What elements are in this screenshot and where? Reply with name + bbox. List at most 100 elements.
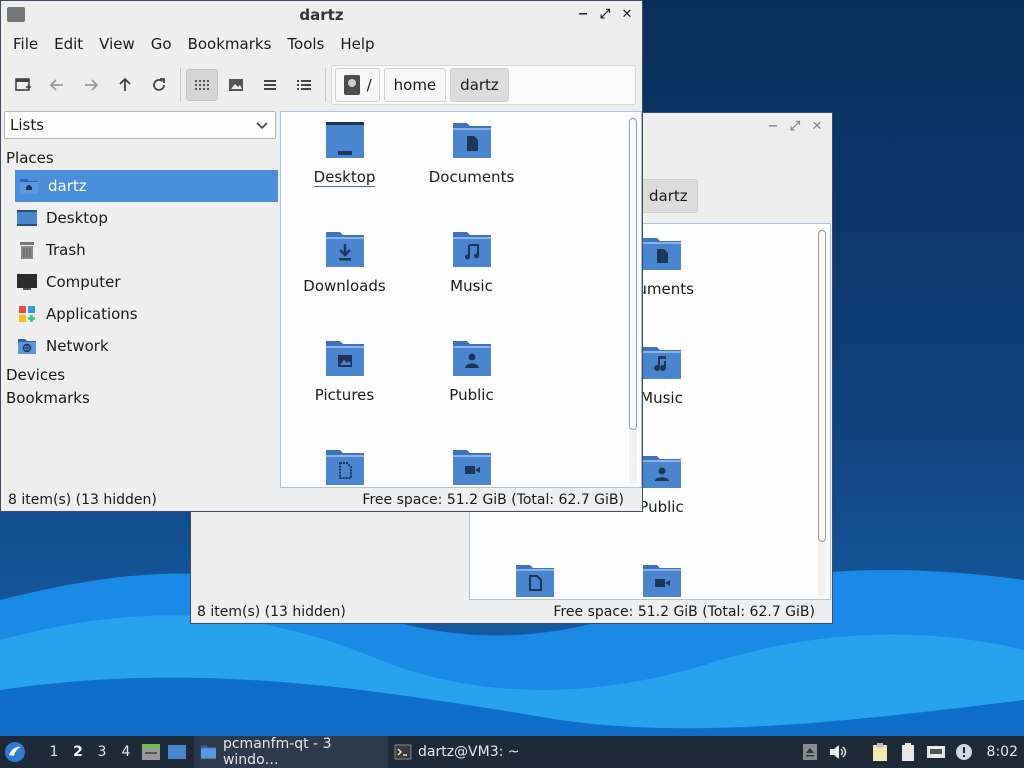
minimize-button[interactable]: −	[574, 5, 592, 23]
file-item-videos[interactable]	[408, 447, 535, 487]
network-wired-icon[interactable]	[925, 741, 947, 763]
task-pcmanfm[interactable]: pcmanfm-qt - 3 windo…	[194, 736, 388, 768]
drive-icon	[343, 75, 360, 95]
path-crumb-dartz[interactable]: dartz	[639, 179, 698, 213]
file-label: Music	[450, 277, 493, 295]
file-label: Public	[639, 498, 684, 516]
sidebar-item-network[interactable]: Network	[4, 330, 278, 362]
maximize-button[interactable]: ⤢	[786, 117, 804, 135]
path-crumb-dartz[interactable]: dartz	[450, 68, 509, 102]
computer-icon	[16, 271, 38, 293]
path-bar: / home dartz	[330, 65, 637, 105]
sidebar-item-label: Network	[46, 337, 109, 355]
menu-file[interactable]: File	[5, 35, 46, 53]
forward-button[interactable]	[75, 69, 107, 101]
file-item[interactable]	[471, 559, 598, 599]
workspace-3[interactable]: 3	[90, 744, 114, 760]
sidebar-item-label: Applications	[46, 305, 138, 323]
compact-view-button[interactable]	[254, 69, 286, 101]
toolbar-separator	[324, 68, 326, 102]
menu-help[interactable]: Help	[332, 35, 382, 53]
sidebar-section-bookmarks[interactable]: Bookmarks	[4, 387, 278, 410]
quicklaunch-show-desktop[interactable]	[164, 736, 190, 768]
music-folder-icon	[641, 341, 683, 381]
scrollbar[interactable]	[818, 228, 826, 596]
reload-icon	[152, 78, 165, 91]
file-item-public[interactable]: Public	[408, 338, 535, 404]
file-label: Public	[449, 386, 494, 404]
start-menu-button[interactable]	[0, 736, 30, 768]
public-folder-icon	[641, 450, 683, 490]
arrow-up-icon	[119, 77, 131, 91]
title-bar[interactable]: dartz − ⤢ ✕	[1, 1, 642, 29]
workspace-1[interactable]: 1	[42, 744, 66, 760]
file-item-pictures[interactable]: Pictures	[281, 338, 408, 404]
sidebar-section-devices[interactable]: Devices	[4, 364, 278, 387]
battery-icon[interactable]	[897, 741, 919, 763]
system-tray: 8:02	[799, 736, 1024, 768]
file-item-downloads[interactable]: Downloads	[281, 229, 408, 295]
scrollbar-thumb[interactable]	[629, 118, 637, 430]
menu-tools[interactable]: Tools	[279, 35, 332, 53]
sidebar-item-trash[interactable]: Trash	[4, 234, 278, 266]
clipboard-icon[interactable]	[869, 741, 891, 763]
sidebar-item-computer[interactable]: Computer	[4, 266, 278, 298]
file-item-documents[interactable]: Documents	[408, 120, 535, 186]
file-item[interactable]	[598, 559, 725, 599]
menu-bar: File Edit View Go Bookmarks Tools Help	[1, 29, 642, 59]
lxqt-logo-icon	[5, 742, 25, 762]
sidebar: Places dartz Desktop Trash Computer Appl…	[4, 147, 278, 410]
window-title: dartz	[299, 6, 344, 24]
file-item-desktop[interactable]: Desktop	[281, 120, 408, 187]
quicklaunch-files[interactable]	[138, 736, 164, 768]
toolbar-separator	[179, 68, 181, 102]
file-item-music[interactable]: Music	[408, 229, 535, 295]
home-folder-icon	[18, 175, 40, 197]
side-pane-mode-select[interactable]: Lists	[4, 111, 276, 139]
close-button[interactable]: ✕	[618, 5, 636, 23]
reload-button[interactable]	[143, 69, 175, 101]
pictures-folder-icon	[324, 338, 366, 378]
downloads-folder-icon	[324, 229, 366, 269]
network-icon	[16, 335, 38, 357]
up-button[interactable]	[109, 69, 141, 101]
sidebar-item-applications[interactable]: Applications	[4, 298, 278, 330]
desktop-icon	[16, 207, 38, 229]
workspace-2[interactable]: 2	[66, 744, 90, 760]
menu-go[interactable]: Go	[143, 35, 180, 53]
menu-view[interactable]: View	[91, 35, 143, 53]
app-folder-icon	[7, 7, 25, 22]
image-icon	[228, 79, 243, 91]
arrow-right-icon	[84, 79, 99, 91]
scrollbar-thumb[interactable]	[818, 230, 826, 542]
notification-icon[interactable]	[953, 741, 975, 763]
workspace-4[interactable]: 4	[114, 744, 138, 760]
sidebar-item-label: Trash	[46, 241, 86, 259]
file-manager-icon	[142, 744, 160, 760]
thumbnail-view-button[interactable]	[220, 69, 252, 101]
path-crumb-root[interactable]: /	[334, 68, 380, 102]
volume-icon[interactable]	[827, 741, 849, 763]
sidebar-item-desktop[interactable]: Desktop	[4, 202, 278, 234]
detailed-view-button[interactable]	[288, 69, 320, 101]
clock[interactable]: 8:02	[987, 744, 1018, 760]
show-desktop-icon	[168, 745, 186, 759]
folder-icon	[200, 745, 217, 759]
maximize-button[interactable]: ⤢	[596, 5, 614, 23]
back-button[interactable]	[41, 69, 73, 101]
file-view[interactable]: Desktop Documents Downloads Music Pictur…	[280, 111, 642, 488]
path-crumb-home[interactable]: home	[383, 68, 447, 102]
sidebar-section-places[interactable]: Places	[4, 147, 278, 170]
sidebar-item-dartz[interactable]: dartz	[15, 170, 278, 202]
file-manager-window[interactable]: dartz − ⤢ ✕ File Edit View Go Bookmarks …	[0, 0, 643, 512]
menu-edit[interactable]: Edit	[46, 35, 91, 53]
task-terminal[interactable]: dartz@VM3: ~	[388, 736, 526, 768]
icon-view-button[interactable]	[185, 69, 218, 101]
scrollbar[interactable]	[629, 116, 637, 484]
eject-icon[interactable]	[799, 741, 821, 763]
menu-bookmarks[interactable]: Bookmarks	[180, 35, 280, 53]
new-tab-button[interactable]	[7, 69, 39, 101]
minimize-button[interactable]: −	[764, 117, 782, 135]
close-button[interactable]: ✕	[808, 117, 826, 135]
file-item-templates[interactable]	[281, 447, 408, 487]
